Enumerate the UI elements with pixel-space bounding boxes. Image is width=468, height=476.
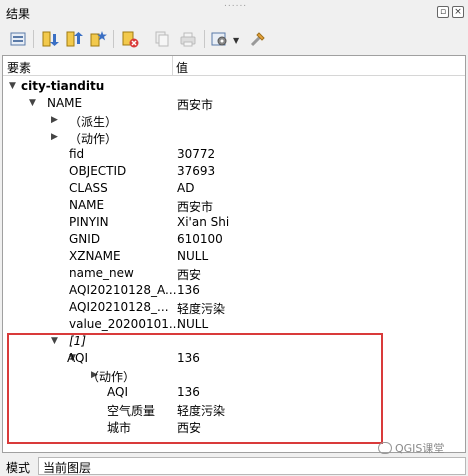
row-name: [1] xyxy=(69,334,86,348)
row-value: Xi'an Shi xyxy=(177,215,230,229)
copy-icon[interactable] xyxy=(152,29,172,49)
row-value: 136 xyxy=(177,385,200,399)
tree-header: 要素 值 xyxy=(3,56,465,76)
tree-row[interactable]: ▼ [1] xyxy=(3,333,465,350)
tree-row[interactable]: ▼ AQI 136 xyxy=(3,350,465,367)
watermark-text: QGIS课堂 xyxy=(395,442,445,455)
tree-row[interactable]: ▶ （派生） xyxy=(3,112,465,129)
row-name: OBJECTID xyxy=(69,164,127,178)
drag-grip[interactable]: ...... xyxy=(224,0,247,9)
settings-dropdown-icon[interactable] xyxy=(210,29,230,49)
row-name: CLASS xyxy=(69,181,108,195)
expand-arrow-right-icon[interactable]: ▶ xyxy=(51,113,61,127)
row-name: NAME xyxy=(47,96,83,110)
row-value: AD xyxy=(177,181,195,195)
expand-arrow-down-icon[interactable]: ▼ xyxy=(51,334,61,348)
wechat-logo-icon xyxy=(378,442,392,454)
row-name: AQI20210128_... xyxy=(69,300,169,314)
collapse-up-icon[interactable] xyxy=(64,29,84,49)
collapse-down-icon[interactable] xyxy=(40,29,60,49)
row-value: 610100 xyxy=(177,232,223,246)
mode-value: 当前图层 xyxy=(43,461,92,475)
clear-results-icon[interactable] xyxy=(120,29,140,49)
row-name: city-tianditu xyxy=(21,79,105,93)
row-value: 30772 xyxy=(177,147,216,161)
tree-row[interactable]: ▼ NAME 西安市 xyxy=(3,95,465,112)
header-divider[interactable] xyxy=(172,56,173,76)
tree-row[interactable]: fid 30772 xyxy=(3,146,465,163)
row-name: 城市 xyxy=(107,421,132,435)
row-value: 136 xyxy=(177,351,200,365)
tools-icon[interactable] xyxy=(248,29,268,49)
row-value: 136 xyxy=(177,283,200,297)
expand-arrow-down-icon[interactable]: ▼ xyxy=(9,79,19,93)
tree-row[interactable]: NAME 西安市 xyxy=(3,197,465,214)
tree-row[interactable]: 城市 西安 xyxy=(3,418,465,435)
tree-row[interactable]: name_new 西安 xyxy=(3,265,465,282)
row-name: XZNAME xyxy=(69,249,121,263)
row-value: 轻度污染 xyxy=(177,404,226,418)
row-name: NAME xyxy=(69,198,105,212)
row-name: AQI xyxy=(67,351,88,365)
row-value: 西安市 xyxy=(177,98,214,112)
print-icon[interactable] xyxy=(178,29,198,49)
row-name: GNID xyxy=(69,232,101,246)
row-name: （动作） xyxy=(69,132,118,146)
row-name: 空气质量 xyxy=(107,404,156,418)
panel-titlebar: 结果 ...... ▫ × xyxy=(0,0,468,24)
star-icon[interactable] xyxy=(88,29,108,49)
tree-row[interactable]: CLASS AD xyxy=(3,180,465,197)
row-value: 37693 xyxy=(177,164,216,178)
mode-bar: 模式 当前图层 xyxy=(0,456,468,476)
row-value: 西安市 xyxy=(177,200,214,214)
close-icon[interactable]: × xyxy=(452,6,464,18)
tree-row[interactable]: XZNAME NULL xyxy=(3,248,465,265)
row-name: value_20200101... xyxy=(69,317,181,331)
expand-arrow-down-icon[interactable]: ▼ xyxy=(29,96,39,110)
toolbar: ▼ xyxy=(0,24,468,54)
mode-select[interactable]: 当前图层 xyxy=(38,457,466,475)
row-value: 西安 xyxy=(177,268,202,282)
tree-row[interactable]: ▶ （动作） xyxy=(3,129,465,146)
row-name: fid xyxy=(69,147,85,161)
row-value: 西安 xyxy=(177,421,202,435)
tree-row[interactable]: 空气质量 轻度污染 xyxy=(3,401,465,418)
tree-row[interactable]: AQI 136 xyxy=(3,384,465,401)
tree-row[interactable]: AQI20210128_... 轻度污染 xyxy=(3,299,465,316)
tree-row[interactable]: AQI20210128_A... 136 xyxy=(3,282,465,299)
row-name: name_new xyxy=(69,266,134,280)
expand-tree-icon[interactable] xyxy=(8,29,28,49)
watermark: QGIS课堂 xyxy=(378,440,444,456)
tree-row[interactable]: ▼ city-tianditu xyxy=(3,78,465,95)
header-value[interactable]: 值 xyxy=(176,59,188,76)
tree-row[interactable]: ▶ （动作） xyxy=(3,367,465,384)
row-value: NULL xyxy=(177,317,209,331)
tree-row[interactable]: OBJECTID 37693 xyxy=(3,163,465,180)
row-name: PINYIN xyxy=(69,215,109,229)
panel-title: 结果 xyxy=(6,7,31,21)
tree-row[interactable]: PINYIN Xi'an Shi xyxy=(3,214,465,231)
mode-label: 模式 xyxy=(6,461,31,475)
row-name: AQI20210128_A... xyxy=(69,283,177,297)
chevron-down-icon[interactable]: ▼ xyxy=(233,36,239,45)
float-icon[interactable]: ▫ xyxy=(437,6,449,18)
row-name: （派生） xyxy=(69,115,118,129)
expand-arrow-right-icon[interactable]: ▶ xyxy=(51,130,61,144)
row-value: 轻度污染 xyxy=(177,302,226,316)
row-value: NULL xyxy=(177,249,209,263)
tree-row[interactable]: value_20200101... NULL xyxy=(3,316,465,333)
results-tree[interactable]: 要素 值 ▼ city-tianditu ▼ NAME 西安市 ▶ （派生） ▶ （动作） fid… xyxy=(2,55,466,453)
tree-row[interactable]: GNID 610100 xyxy=(3,231,465,248)
row-name: AQI xyxy=(107,385,128,399)
row-name: （动作） xyxy=(87,370,136,384)
header-feature[interactable]: 要素 xyxy=(7,59,31,76)
